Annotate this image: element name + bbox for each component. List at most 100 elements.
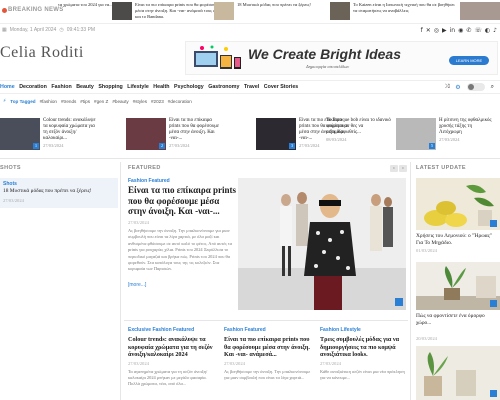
nav-item-beauty[interactable]: Beauty	[76, 84, 94, 90]
main-navigation: Home Decoration Fashion Beauty Shopping …	[0, 80, 500, 94]
nav-item-cover-stories[interactable]: Cover Stories	[264, 84, 298, 90]
card-title[interactable]: Τρεις συμβουλές μόδας για να δημιουργήσε…	[320, 336, 408, 359]
featured-image[interactable]	[238, 178, 406, 310]
trending-date: 08/03/2024	[326, 137, 347, 142]
tag-link[interactable]: #gen Z	[94, 99, 108, 104]
featured-date: 27/03/2024	[128, 220, 149, 225]
learn-more-button[interactable]: LEARN MORE	[449, 56, 489, 65]
tag-link[interactable]: #tips	[80, 99, 90, 104]
card-excerpt: Τα αγαπημένα χρώματα για τη σεζόν άνοιξη…	[128, 368, 208, 387]
tag-link[interactable]: #fashion	[40, 99, 57, 104]
dark-mode-toggle[interactable]	[466, 83, 485, 91]
pinterest-icon[interactable]: ◉	[458, 27, 463, 34]
gallery-badge-icon	[490, 300, 497, 307]
trending-thumb: 3	[256, 118, 296, 150]
nav-item-home[interactable]: Home	[0, 84, 15, 90]
shots-category[interactable]: Shots	[3, 181, 17, 187]
top-tags: ⚡ Top Tagged #fashion #trends #tips #gen…	[3, 99, 192, 104]
nav-item-health[interactable]: Health	[153, 84, 169, 90]
trending-title: Colour trends: ανακάλυψε τα κορυφαία χρώ…	[43, 118, 96, 141]
nav-item-gastronomy[interactable]: Gastronomy	[208, 84, 239, 90]
trending-item[interactable]: Το Baroque bob είναι το ιδανικό κούρεμα …	[326, 118, 392, 150]
tag-link[interactable]: #trends	[61, 99, 76, 104]
shots-card[interactable]: Shots 18 Μυστικά μόδας που πρέπει να ξέρ…	[0, 178, 118, 208]
card-date: 27/03/2024	[224, 360, 245, 366]
breaking-thumb	[214, 2, 234, 20]
latest-image[interactable]	[416, 262, 500, 310]
nav-item-psychology[interactable]: Psychology	[174, 84, 204, 90]
carousel-prev-button[interactable]: ‹	[390, 165, 398, 172]
shots-title[interactable]: 18 Μυστικά μόδας που πρέπει να ξέρεις!	[3, 188, 115, 195]
skype-icon[interactable]: ◐	[485, 27, 490, 34]
settings-icon[interactable]: ⚙	[455, 84, 460, 91]
tag-link[interactable]: #2023	[151, 99, 164, 104]
trending-item[interactable]: 1 Colour trends: ανακάλυψε τα κορυφαία χ…	[0, 118, 97, 150]
breaking-item[interactable]	[460, 2, 500, 22]
latest-date: 20/03/2024	[416, 336, 437, 341]
carousel-next-button[interactable]: ›	[399, 165, 407, 172]
card-category[interactable]: Exclusive Fashion Featured	[128, 327, 218, 333]
latest-image[interactable]	[416, 346, 500, 400]
phone-icon[interactable]: ☏	[474, 27, 482, 34]
site-logo[interactable]: Celia Roditi	[0, 44, 84, 62]
featured-card[interactable]: Fashion Lifestyle Τρεις συμβουλές μόδας …	[320, 327, 408, 400]
facebook-icon[interactable]: f	[421, 27, 423, 34]
cards-divider	[124, 320, 408, 321]
trending-date: 27/03/2024	[43, 143, 64, 148]
breaking-item[interactable]: Είναι τα πιο επίκαιρα prints που θα φορέ…	[112, 2, 224, 22]
card-date: 27/03/2024	[320, 360, 341, 366]
latest-image[interactable]	[416, 178, 500, 230]
tiktok-icon[interactable]: ♪	[493, 27, 497, 34]
tag-link[interactable]: #beauty	[112, 99, 128, 104]
breaking-item[interactable]: 18 Μυστικά μόδας που πρέπει να ξέρεις!	[214, 2, 324, 22]
card-excerpt: Κάθε ανοιξιάτικη σεζόν είναι μια νέα πρό…	[320, 368, 405, 380]
card-excerpt: Ας βοηθήσουμε την άνοιξη. Την μπαλκονόνο…	[224, 368, 311, 380]
clock-icon: ◷	[59, 27, 64, 33]
latest-title[interactable]: Χρήσεις του Λεμονιού: ο "Ήρωας" Για Το Μ…	[416, 233, 500, 246]
tag-link[interactable]: #decoration	[168, 99, 192, 104]
lemons-photo	[416, 178, 500, 230]
breaking-item[interactable]: Το Kaizen είναι η Ιαπωνική τεχνική που θ…	[330, 2, 455, 22]
dateline: ▦ Monday, 1 April 2024 ◷ 09:41:33 PM	[2, 27, 95, 33]
youtube-icon[interactable]: ▶	[442, 27, 447, 34]
featured-card[interactable]: Fashion Featured Είναι τα πιο επίκαιρα p…	[224, 327, 314, 400]
shuffle-icon[interactable]: ⤨	[444, 83, 449, 91]
card-title[interactable]: Colour trends: ανακάλυψε τα κορυφαία χρώ…	[128, 336, 218, 359]
nav-tools: ⤨ ⚙ ⌕	[444, 83, 494, 91]
nav-item-shopping[interactable]: Shopping	[98, 84, 122, 90]
latest-title[interactable]: Πώς να φροντίσετε ένα όμορφο χώρο...	[416, 313, 500, 326]
trending-item[interactable]: 5 Η ρίτσινη της οφθαλμικός χρυσής τάξης …	[396, 118, 493, 150]
banner-title: We Create Bright Ideas	[248, 46, 402, 62]
tag-link[interactable]: #styles	[133, 99, 147, 104]
linkedin-icon[interactable]: in	[450, 27, 455, 34]
featured-title[interactable]: Είναι τα πιο επίκαιρα prints που θα φορέ…	[128, 185, 236, 217]
instagram-icon[interactable]: ◎	[434, 27, 439, 34]
featured-excerpt: Ας βοηθήσουμε την άνοιξη. Την μπαλκονόνο…	[128, 228, 232, 272]
read-more-link[interactable]: [more...]	[128, 282, 146, 288]
column-divider	[410, 162, 411, 400]
card-date: 27/03/2024	[128, 360, 149, 366]
card-category[interactable]: Fashion Featured	[224, 327, 314, 333]
card-category[interactable]: Fashion Lifestyle	[320, 327, 408, 333]
search-icon[interactable]: ⌕	[491, 83, 494, 91]
ad-banner[interactable]: We Create Bright Ideas Δημιουργία ιστοσε…	[185, 41, 498, 75]
featured-heading: FEATURED	[128, 165, 161, 171]
nav-item-lifestyle[interactable]: Lifestyle	[127, 84, 149, 90]
trending-thumb: 2	[126, 118, 166, 150]
trending-thumb: 1	[0, 118, 40, 150]
featured-category[interactable]: Fashion Featured	[128, 178, 170, 184]
trending-item[interactable]: 2 Είναι τα πιο επίκαιρα prints που θα φο…	[126, 118, 223, 150]
card-title[interactable]: Είναι τα πιο επίκαιρα prints που θα φορέ…	[224, 336, 314, 359]
whatsapp-icon[interactable]: ✆	[466, 27, 471, 34]
tags-label: Top Tagged	[10, 99, 36, 104]
nav-item-fashion[interactable]: Fashion	[51, 84, 71, 90]
section-divider	[0, 158, 500, 159]
featured-card[interactable]: Exclusive Fashion Featured Colour trends…	[128, 327, 218, 400]
trending-date: 27/03/2024	[169, 143, 190, 148]
x-icon[interactable]: ✕	[426, 27, 431, 34]
nav-item-decoration[interactable]: Decoration	[19, 84, 47, 90]
nav-item-travel[interactable]: Travel	[244, 84, 259, 90]
current-time: 09:41:33 PM	[66, 27, 96, 33]
devices-illustration	[194, 45, 241, 69]
shots-heading: SHOTS	[0, 165, 21, 171]
